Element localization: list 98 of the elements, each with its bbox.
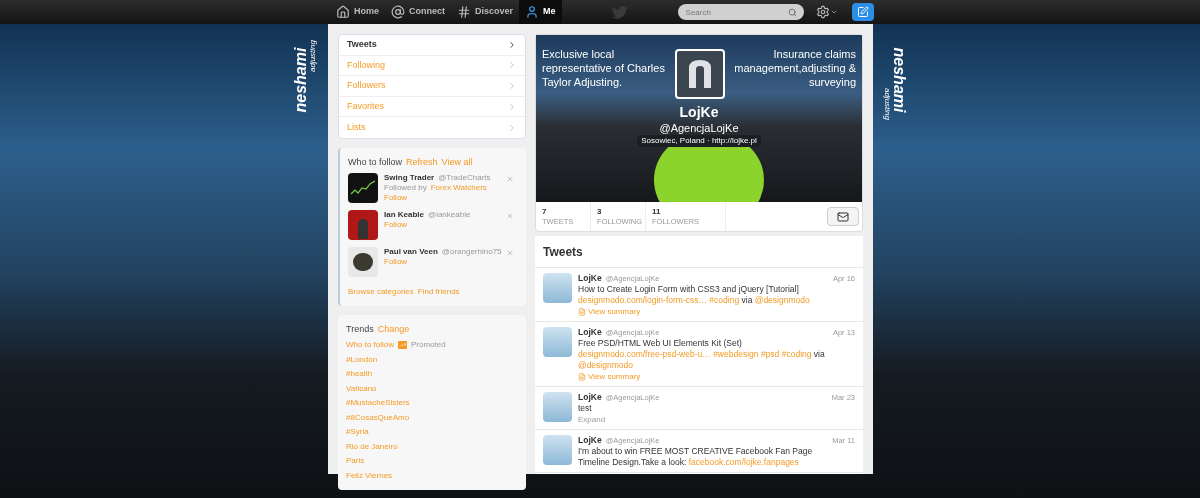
trend-link[interactable]: Paris [346,455,518,468]
compose-icon [856,6,869,18]
tweet-author[interactable]: LojKe [578,392,602,403]
person-silhouette [358,219,368,240]
view-summary-link[interactable]: View summary [578,371,855,382]
follow-link[interactable]: Follow [384,220,471,231]
user-handle: @orangerhino75 [441,247,502,258]
person-icon [525,5,540,19]
avatar-placeholder [543,392,572,422]
at-sign-icon [391,5,405,19]
card-link[interactable]: View all [441,155,473,170]
follow-link[interactable]: Follow [384,257,502,268]
tweet-text: How to Create Login Form with CSS3 and jQuery [Tutorial] [578,284,799,294]
nav-tab[interactable]: Home [330,0,385,24]
bird-icon [611,5,628,19]
search-field[interactable]: Search [677,4,804,20]
user-name[interactable]: Swing Trader [384,173,435,184]
chevron-icon [507,122,517,133]
footer-link[interactable]: Browse categories [348,286,414,299]
expand-link[interactable]: Expand [578,414,855,425]
trend-link[interactable]: Vaticano [346,382,518,395]
avatar-placeholder [543,435,572,465]
banner-text: Insurance claims management,adjusting & surveying [733,47,856,89]
tweet-author[interactable]: LojKe [578,273,602,284]
compose-button[interactable] [851,3,874,21]
menu-item[interactable]: Followers [339,76,525,97]
avatar-placeholder [543,327,572,357]
trend-link[interactable]: #London [346,353,518,366]
tweet-link[interactable]: #coding [781,349,812,359]
logo-tagline: adjusting [883,87,891,120]
tweet-link[interactable]: #coding [709,295,740,305]
tweet-author[interactable]: LojKe [578,435,602,446]
document-icon [578,307,586,316]
trend-link[interactable]: #health [346,368,518,381]
nav-tab[interactable]: Discover [451,0,520,24]
tweet-link[interactable]: designmodo.com/free-psd-web-u… [578,349,711,359]
logo-wordmark: neshami [891,47,907,113]
settings-button[interactable] [815,5,838,19]
card-title: Trends [346,323,374,337]
change-link[interactable]: Change [377,323,410,337]
followed-by-label: Followed by [384,183,427,194]
profile-location: Sosowiec, Poland · http://lojke.pl [637,135,761,147]
user-handle: @TradeCharts [438,173,491,184]
logo-wordmark: neshami [293,47,309,113]
document-icon [578,372,586,381]
card-link[interactable]: Refresh [406,155,438,170]
avatar-placeholder [543,273,572,303]
user-name[interactable]: Paul van Veen [384,247,438,258]
tweet-link[interactable]: facebook.com/lojke.fanpages [688,457,799,467]
tweet-link[interactable]: @designmodo [578,360,633,370]
house-icon [336,5,350,19]
trend-link[interactable]: #MustacheSisters [346,397,518,410]
trend-link[interactable]: Who to follow [346,339,395,352]
user-handle: @iankeable [428,210,471,221]
user-name[interactable]: Ian Keable [384,210,424,221]
chevron-icon [507,101,517,112]
tweet-text: Free PSD/HTML Web UI Elements Kit (Set) [578,338,742,348]
trend-link[interactable]: #8CosasQueAmo [346,411,518,424]
follow-link[interactable]: Follow [384,193,491,204]
promoted-badge-icon [398,341,408,350]
settings-icon [815,5,830,19]
menu-item[interactable]: Following [339,55,525,77]
tweet-text: I'm about to win FREE MOST CREATIVE Facebook Fan Page [578,446,813,456]
banner-text: Exclusive local representative of Charles Taylor Adjusting. [542,47,666,89]
menu-item[interactable]: Tweets [339,35,525,56]
hash-icon [457,5,471,19]
tweet-link[interactable]: #psd [760,349,780,359]
menu-item[interactable]: Lists [339,117,525,138]
message-button[interactable] [827,207,859,226]
envelope-icon [837,210,849,223]
tweet-text: via [813,349,825,359]
promoted-label: Promoted [411,339,446,352]
card-title: Who to follow [348,155,403,169]
profile-handle: @AgencjaLojKe [659,121,739,135]
nav-tab[interactable]: Me [519,0,562,24]
tweet-text: via [741,295,753,305]
footer-link[interactable]: Find friends [417,286,460,299]
menu-item[interactable]: Favorites [339,96,525,118]
tweet-text: Timeline Design.Take a look: [578,457,687,467]
search-icon [787,8,797,17]
chevron-icon [507,60,517,71]
section-title: Tweets [535,236,863,268]
tweet-link[interactable]: #webdesign [713,349,759,359]
chevron-icon [507,81,517,91]
tweet-text: test [578,403,592,413]
trend-link[interactable]: #Syria [346,426,518,439]
tweet-link[interactable]: designmodo.com/login-form-css… [578,295,707,305]
profile-name: LojKe [679,103,719,121]
trend-link[interactable]: Feliz Viernes [346,469,518,482]
tweet-author[interactable]: LojKe [578,327,602,338]
trend-link[interactable]: Rio de Janeiro [346,440,518,453]
caret-icon [829,8,838,16]
view-summary-link[interactable]: View summary [578,306,855,317]
chevron-icon [507,39,517,50]
tweet-link[interactable]: @designmodo [754,295,810,305]
follower-link[interactable]: Forex Watchers [430,183,487,194]
logo-tagline: adjusting [309,40,317,73]
nav-tab[interactable]: Connect [385,0,451,24]
